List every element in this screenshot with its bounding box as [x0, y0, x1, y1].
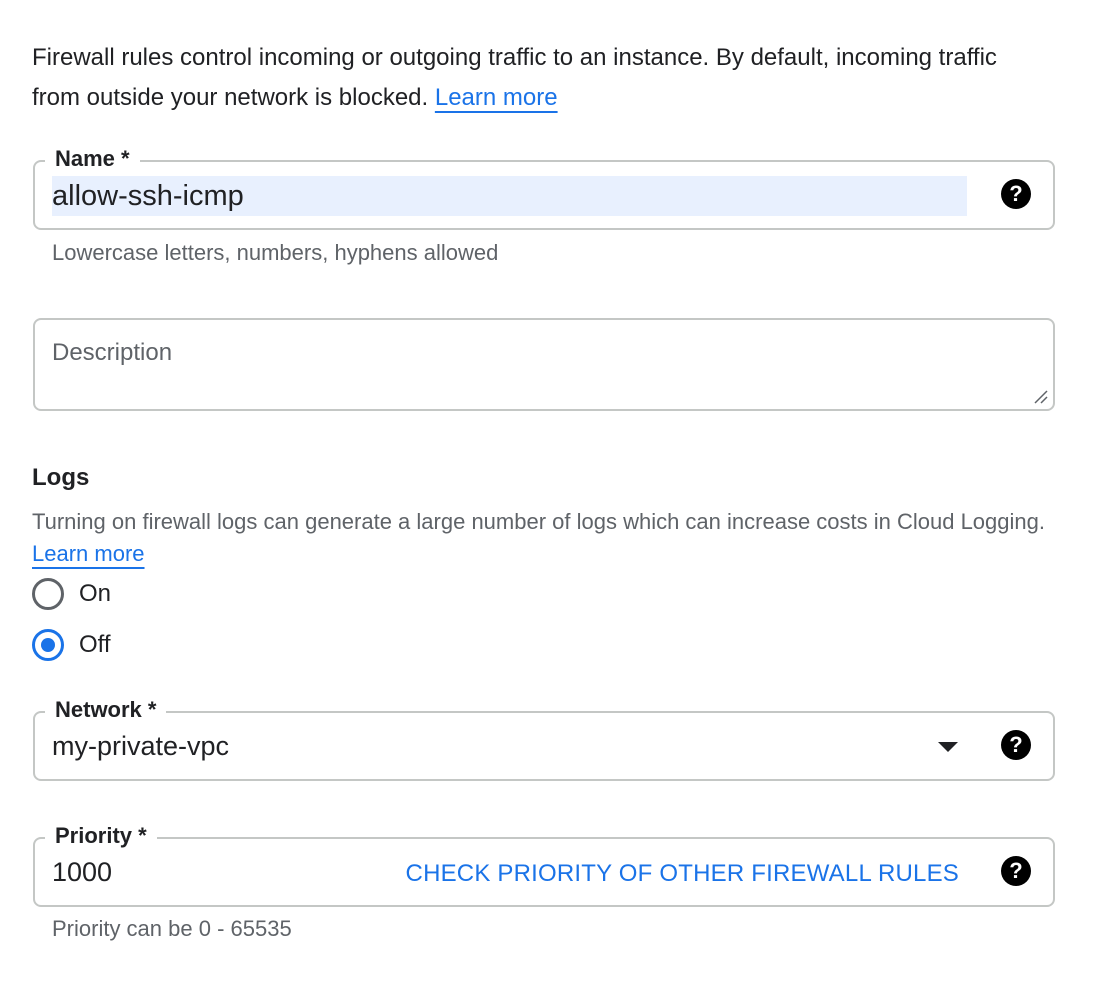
- network-value: my-private-vpc: [52, 731, 230, 761]
- logs-learn-more-link[interactable]: Learn more: [32, 541, 145, 566]
- priority-input[interactable]: 1000: [52, 852, 112, 892]
- name-field[interactable]: Name * allow-ssh-icmp ?: [33, 144, 1055, 230]
- radio-checked-icon[interactable]: [32, 629, 64, 661]
- logs-on-option[interactable]: On: [32, 577, 111, 611]
- help-icon[interactable]: ?: [1001, 730, 1031, 760]
- description-placeholder: Description: [52, 339, 173, 366]
- description-field[interactable]: Description: [33, 318, 1055, 411]
- radio-unchecked-icon[interactable]: [32, 578, 64, 610]
- logs-title: Logs: [32, 464, 90, 491]
- resize-handle-icon[interactable]: [1033, 389, 1049, 405]
- priority-hint: Priority can be 0 - 65535: [52, 916, 292, 941]
- name-input[interactable]: allow-ssh-icmp: [52, 176, 967, 216]
- check-priority-button[interactable]: CHECK PRIORITY OF OTHER FIREWALL RULES: [406, 858, 959, 890]
- network-label: Network *: [45, 695, 167, 725]
- logs-off-label: Off: [79, 631, 111, 658]
- intro-learn-more-link[interactable]: Learn more: [435, 84, 558, 111]
- intro-text: Firewall rules control incoming or outgo…: [32, 38, 1042, 118]
- dropdown-arrow-icon[interactable]: [938, 742, 958, 752]
- network-select[interactable]: Network * my-private-vpc ?: [33, 695, 1055, 781]
- name-label: Name *: [45, 144, 140, 174]
- help-icon[interactable]: ?: [1001, 179, 1031, 209]
- priority-label: Priority *: [45, 821, 157, 851]
- name-hint: Lowercase letters, numbers, hyphens allo…: [52, 240, 499, 265]
- help-icon[interactable]: ?: [1001, 856, 1031, 886]
- logs-on-label: On: [79, 580, 112, 607]
- logs-text: Turning on firewall logs can generate a …: [32, 509, 1045, 534]
- logs-off-option[interactable]: Off: [32, 628, 111, 662]
- logs-description: Turning on firewall logs can generate a …: [32, 506, 1072, 570]
- priority-field[interactable]: Priority * 1000 CHECK PRIORITY OF OTHER …: [33, 821, 1055, 907]
